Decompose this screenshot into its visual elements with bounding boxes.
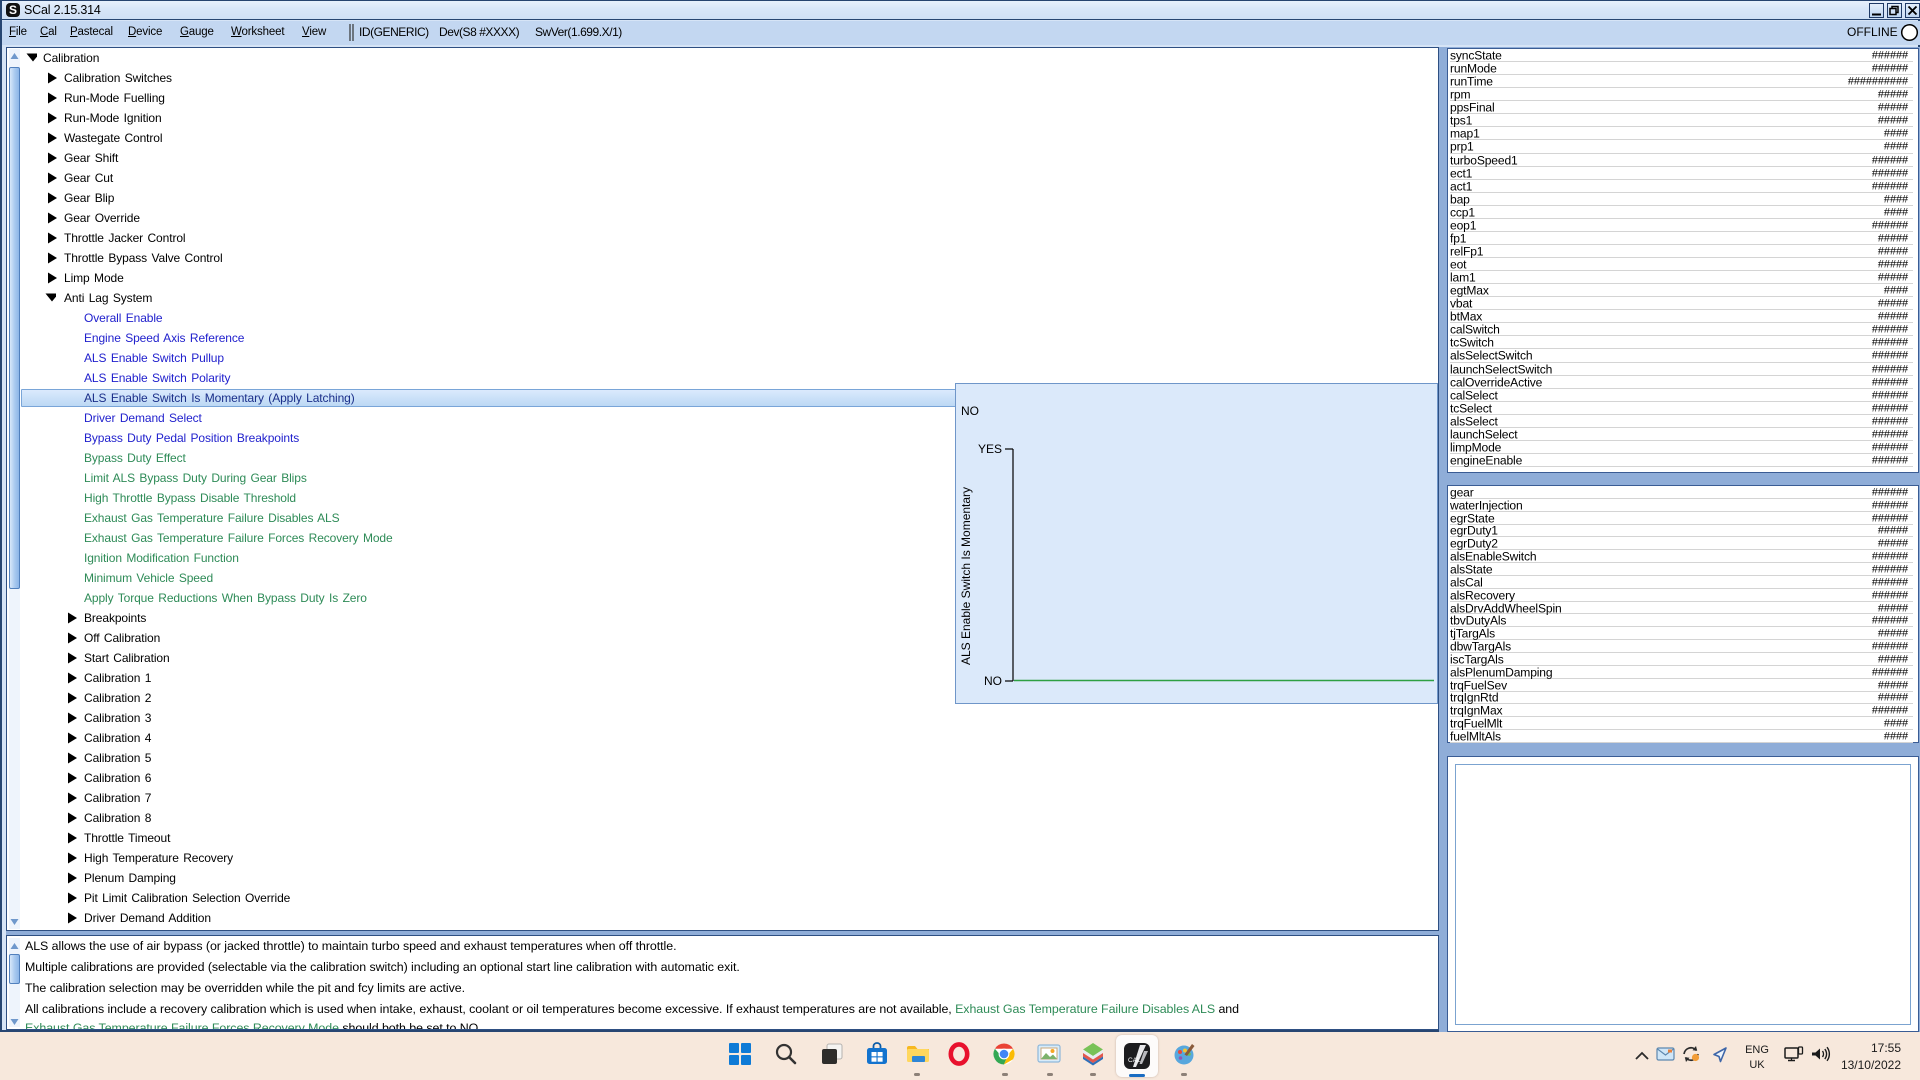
svg-text:ALS Enable Switch Is Momentary: ALS Enable Switch Is Momentary	[959, 487, 973, 665]
svg-text:NO: NO	[984, 674, 1002, 688]
svg-text:CAL: CAL	[1128, 1057, 1141, 1064]
svg-text:NO: NO	[961, 404, 979, 418]
svg-text:YES: YES	[978, 442, 1002, 456]
